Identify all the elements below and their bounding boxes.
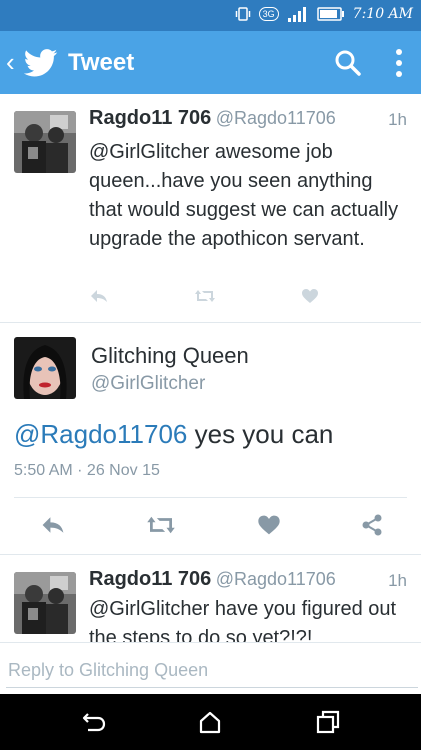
tweet-timestamp: 1h bbox=[388, 571, 407, 590]
author-handle[interactable]: @Ragdo11706 bbox=[216, 569, 336, 589]
tweet-timestamp: 5:50 AM · 26 Nov 15 bbox=[14, 462, 160, 479]
avatar[interactable] bbox=[14, 111, 76, 173]
retweet-icon[interactable] bbox=[194, 288, 216, 304]
author-name[interactable]: Ragdo11 706 bbox=[89, 107, 211, 129]
status-bar: 3G 7:10 AM bbox=[0, 0, 421, 31]
reply-icon[interactable] bbox=[89, 288, 109, 304]
like-icon[interactable] bbox=[301, 288, 319, 304]
more-vert-icon[interactable] bbox=[392, 48, 406, 78]
page-title: Tweet bbox=[68, 49, 135, 76]
tweet-text: @GirlGlitcher have you figured out the s… bbox=[89, 598, 397, 642]
divider bbox=[0, 322, 421, 323]
reply-icon[interactable] bbox=[40, 514, 66, 536]
battery-icon bbox=[316, 7, 344, 21]
status-icons: 3G 7:10 AM bbox=[235, 6, 413, 22]
author-handle[interactable]: @Ragdo11706 bbox=[216, 108, 336, 128]
tweet-timestamp: 1h bbox=[388, 110, 407, 129]
search-icon[interactable] bbox=[334, 49, 362, 77]
divider bbox=[14, 497, 407, 498]
avatar[interactable] bbox=[14, 337, 76, 399]
recent-apps-icon[interactable] bbox=[314, 708, 342, 736]
reply-bar bbox=[0, 642, 421, 695]
tweet-item[interactable]: Ragdo11 706 @Ragdo11706 1h @GirlGlitcher… bbox=[0, 555, 421, 642]
tweet-item[interactable]: Ragdo11 706 @Ragdo11706 1h @GirlGlitcher… bbox=[0, 94, 421, 322]
tweet-actions bbox=[40, 513, 384, 537]
home-icon[interactable] bbox=[196, 708, 224, 736]
tweet-text: @Ragdo11706 yes you can bbox=[14, 419, 333, 450]
tweet-actions bbox=[89, 288, 319, 304]
like-icon[interactable] bbox=[257, 514, 281, 536]
vibrate-icon bbox=[235, 7, 250, 21]
reply-input[interactable] bbox=[6, 653, 418, 688]
signal-icon bbox=[287, 7, 306, 22]
author-name[interactable]: Glitching Queen bbox=[91, 343, 249, 369]
back-chevron-icon[interactable]: ‹ bbox=[6, 49, 15, 75]
tweet-text-body: yes you can bbox=[187, 419, 334, 449]
share-icon[interactable] bbox=[360, 513, 384, 537]
retweet-icon[interactable] bbox=[145, 514, 177, 536]
back-icon[interactable] bbox=[80, 708, 108, 736]
mention-link[interactable]: @Ragdo11706 bbox=[14, 419, 187, 449]
tweet-text: @GirlGlitcher awesome job queen...have y… bbox=[89, 141, 399, 250]
author-name[interactable]: Ragdo11 706 bbox=[89, 568, 211, 590]
avatar[interactable] bbox=[14, 572, 76, 634]
system-nav-bar bbox=[0, 694, 421, 750]
author-handle[interactable]: @GirlGlitcher bbox=[91, 373, 205, 395]
network-type-badge: 3G bbox=[258, 7, 279, 21]
twitter-bird-icon[interactable] bbox=[24, 49, 58, 77]
clock: 7:10 AM bbox=[352, 6, 413, 22]
app-bar: ‹ Tweet bbox=[0, 31, 421, 94]
